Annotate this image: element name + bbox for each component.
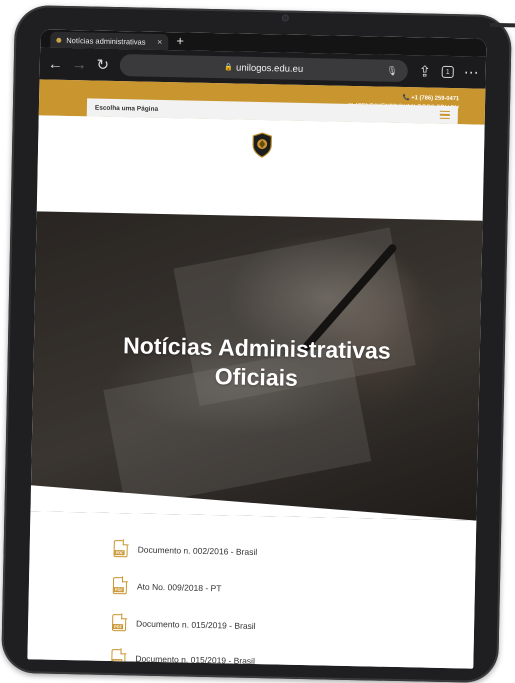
phone-contact[interactable]: 📞 +1 (786) 259-0471 <box>402 95 459 102</box>
tabs-icon[interactable]: 1 <box>441 65 454 79</box>
url-text: unilogos.edu.eu <box>235 62 304 75</box>
browser-tab[interactable]: Notícias administrativas × <box>50 31 169 51</box>
more-icon[interactable]: ⋯ <box>464 63 479 81</box>
close-tab-icon[interactable]: × <box>157 37 162 47</box>
document-link[interactable]: PDF Documento n. 015/2019 - Brasil <box>111 613 256 634</box>
screen: Notícias administrativas × + ← → ↻ 🔒 uni… <box>27 29 487 669</box>
lock-icon: 🔒 <box>224 64 234 72</box>
pdf-file-icon: PDF <box>112 576 129 595</box>
tablet-frame: Notícias administrativas × + ← → ↻ 🔒 uni… <box>1 4 515 683</box>
hero-banner: Notícias Administrativas Oficiais <box>30 211 483 521</box>
document-title: Documento n. 015/2019 - Brasil <box>136 618 256 631</box>
page-title: Notícias Administrativas Oficiais <box>33 329 480 396</box>
menu-label: Escolha uma Página <box>94 104 159 113</box>
phone-number: +1 (786) 259-0471 <box>411 95 460 103</box>
forward-arrow-icon[interactable]: → <box>72 56 87 73</box>
university-logo[interactable] <box>251 132 274 158</box>
document-list: PDF Documento n. 002/2016 - Brasil PDF A… <box>27 511 477 669</box>
pdf-file-icon: PDF <box>113 539 129 558</box>
document-title: Documento n. 002/2016 - Brasil <box>137 544 258 557</box>
power-button <box>489 22 515 28</box>
document-link[interactable]: PDF Ato No. 009/2018 - PT <box>112 576 222 596</box>
header <box>37 115 485 183</box>
pdf-file-icon: PDF <box>111 613 128 632</box>
document-title: Documento n. 015/2019 - Brasil <box>135 653 256 666</box>
tab-title: Notícias administrativas <box>66 35 146 47</box>
back-arrow-icon[interactable]: ← <box>48 55 63 72</box>
document-title: Ato No. 009/2018 - PT <box>136 581 222 593</box>
camera-dot <box>281 14 289 22</box>
favicon-icon <box>56 37 62 43</box>
document-link[interactable]: PDF Documento n. 002/2016 - Brasil <box>113 539 258 560</box>
reload-icon[interactable]: ↻ <box>96 56 110 74</box>
hamburger-icon[interactable] <box>439 111 450 119</box>
share-icon[interactable]: ⇪ <box>418 62 432 80</box>
address-bar[interactable]: 🔒 unilogos.edu.eu 🎙 <box>119 54 408 83</box>
microphone-icon[interactable]: 🎙 <box>386 65 398 76</box>
pdf-file-icon: PDF <box>111 648 127 667</box>
new-tab-button[interactable]: + <box>176 33 184 49</box>
document-link[interactable]: PDF Documento n. 015/2019 - Brasil <box>111 648 256 669</box>
